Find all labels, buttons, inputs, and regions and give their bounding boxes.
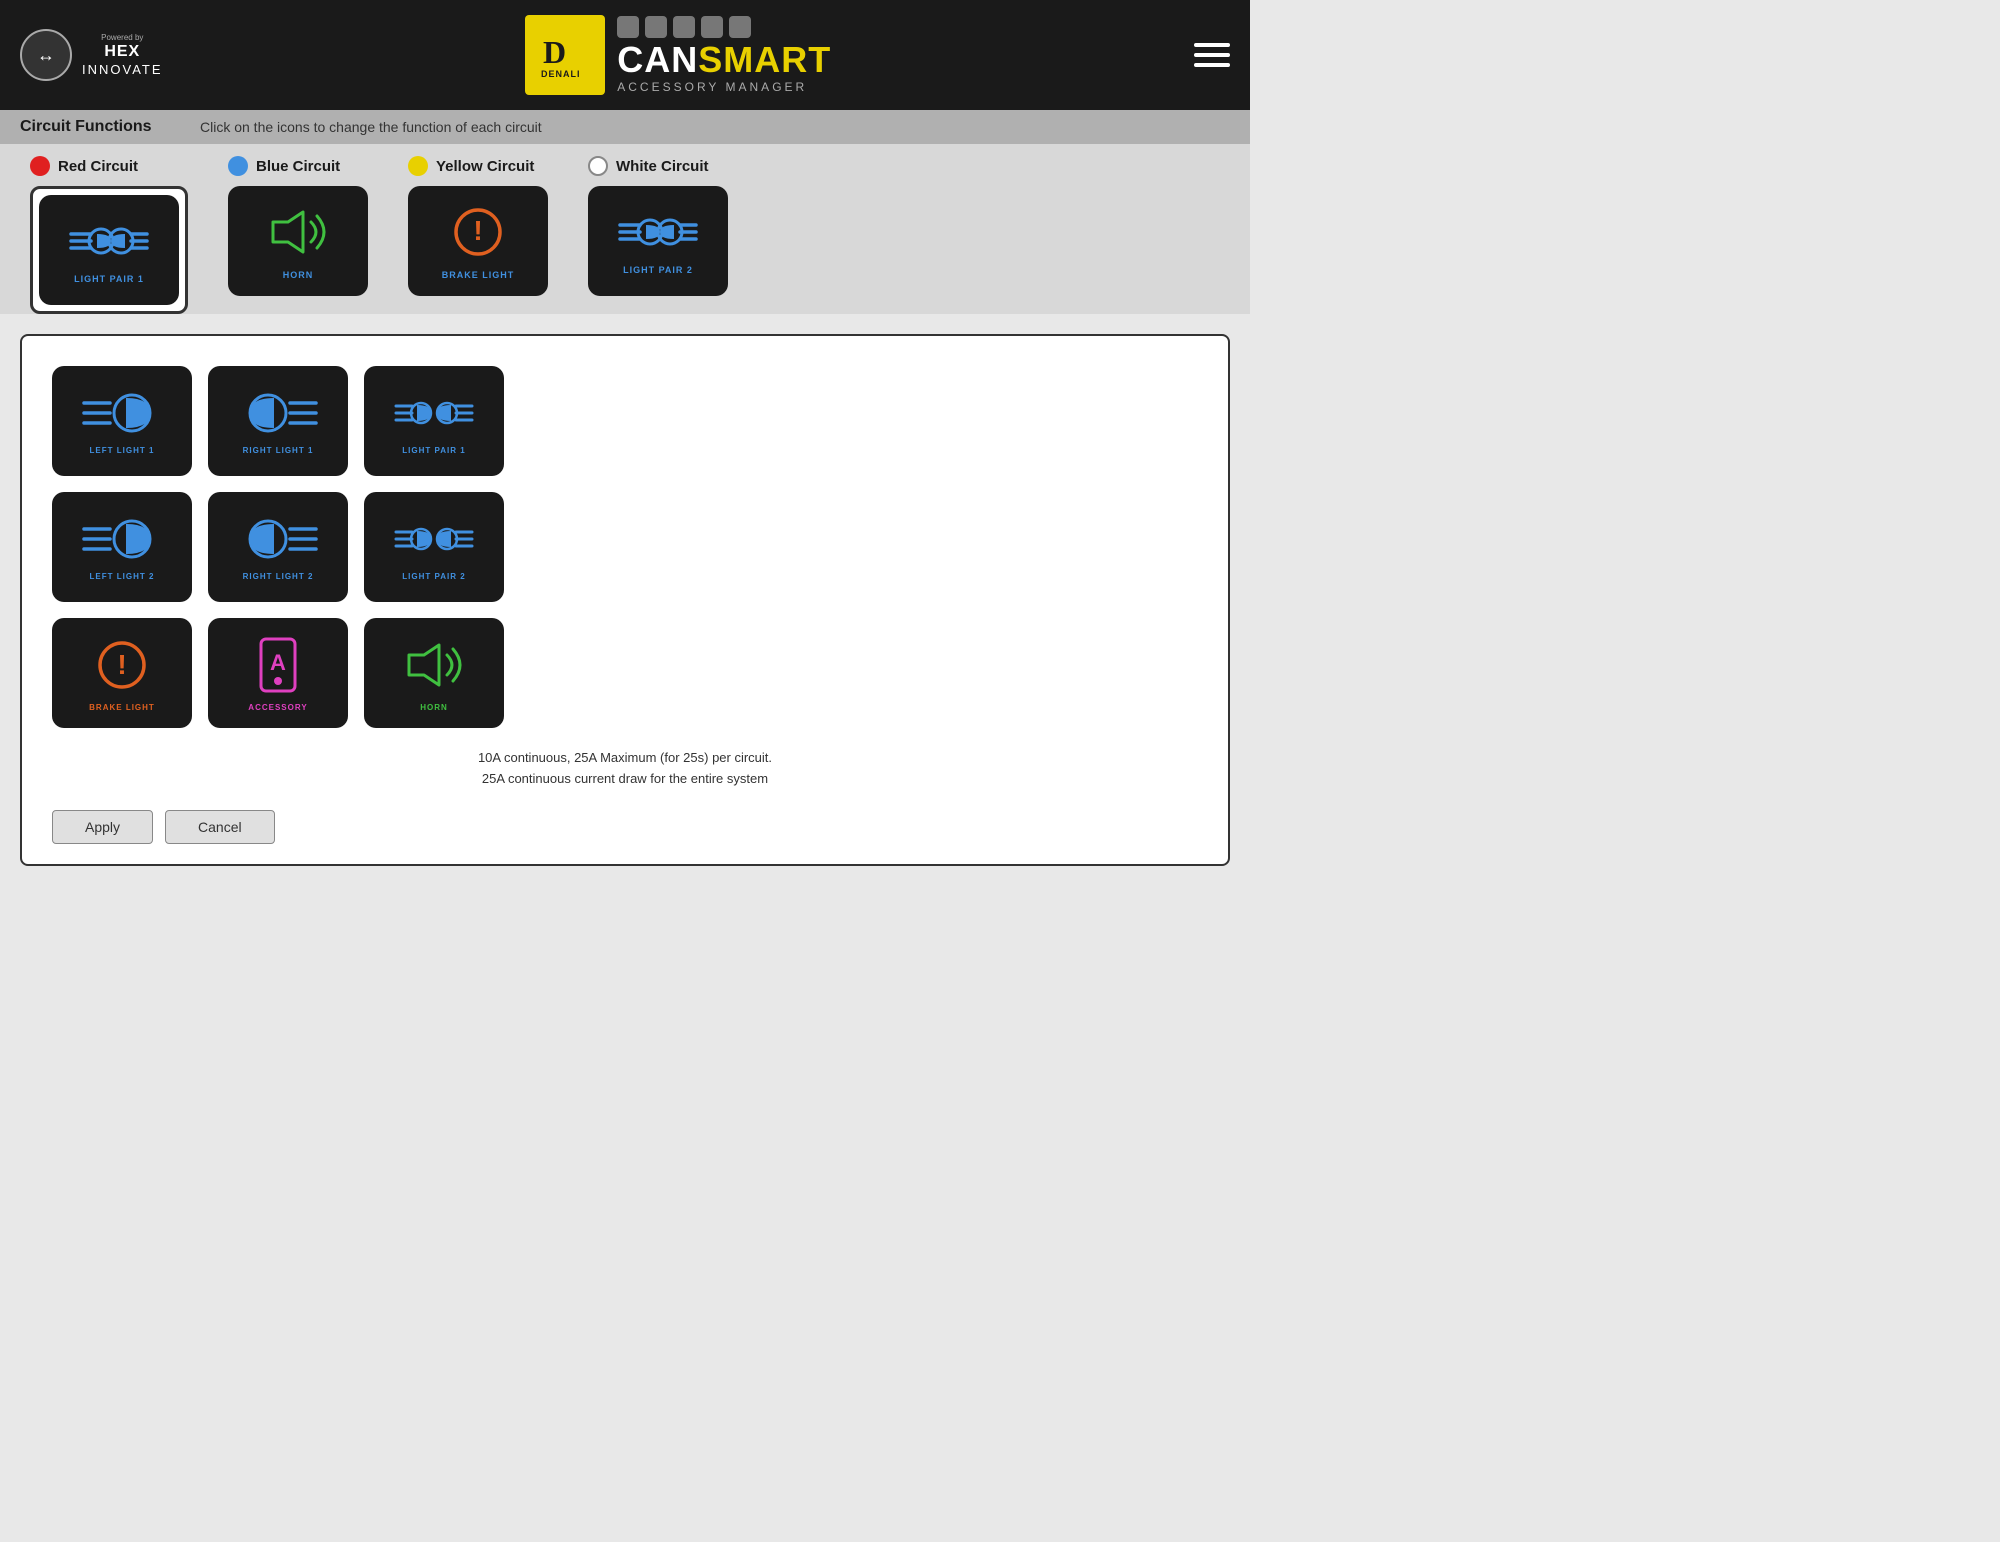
apply-button[interactable]: Apply — [52, 810, 153, 844]
red-circuit-icon-box: LIGHT PAIR 1 — [39, 195, 179, 305]
circuit-bar-description: Click on the icons to change the functio… — [200, 119, 542, 135]
yellow-icon-label: BRAKE LIGHT — [442, 270, 515, 280]
denali-box: D DENALI — [525, 15, 605, 95]
icon-grid: LEFT LIGHT 1 RIGHT LIGHT 1 — [52, 366, 1198, 728]
hex-circle-icon: ↔ — [20, 29, 72, 81]
blue-circuit-label: Blue Circuit — [228, 156, 340, 176]
smart-text: SMART — [698, 39, 831, 80]
light-pair-1-grid-label: LIGHT PAIR 1 — [402, 446, 465, 455]
brake-light-label: BRAKE LIGHT — [89, 703, 155, 712]
light-pair-1-grid-icon — [394, 388, 474, 438]
red-circuit-text: Red Circuit — [58, 158, 138, 175]
menu-button[interactable] — [1194, 43, 1230, 67]
light-pair-2-icon-white — [618, 207, 698, 257]
red-circuit-active-wrapper: LIGHT PAIR 1 — [30, 186, 188, 314]
circuit-tab-red[interactable]: Red Circuit — [30, 156, 188, 314]
powered-by-label: Powered by — [82, 33, 163, 43]
accessory-label: ACCESSORY — [248, 703, 307, 712]
red-dot-icon — [30, 156, 50, 176]
left-light-1-label: LEFT LIGHT 1 — [90, 446, 155, 455]
yellow-circuit-label: Yellow Circuit — [408, 156, 534, 176]
blue-circuit-icon-box: HORN — [228, 186, 368, 296]
brake-light-button[interactable]: ! BRAKE LIGHT — [52, 618, 192, 728]
selection-panel: LEFT LIGHT 1 RIGHT LIGHT 1 — [20, 334, 1230, 866]
circuit-tab-white[interactable]: White Circuit LIGHT PAIR 2 — [588, 156, 728, 296]
left-light-2-label: LEFT LIGHT 2 — [90, 572, 155, 581]
red-circuit-label: Red Circuit — [30, 156, 138, 176]
horn-label: HORN — [420, 703, 448, 712]
light-pair-1-icon-red — [69, 216, 149, 266]
left-light-1-button[interactable]: LEFT LIGHT 1 — [52, 366, 192, 476]
cancel-button[interactable]: Cancel — [165, 810, 275, 844]
hamburger-line-1 — [1194, 43, 1230, 47]
yellow-circuit-icon-box: ! BRAKE LIGHT — [408, 186, 548, 296]
left-light-2-button[interactable]: LEFT LIGHT 2 — [52, 492, 192, 602]
svg-text:DENALI: DENALI — [541, 69, 581, 79]
light-pair-2-button[interactable]: LIGHT PAIR 2 — [364, 492, 504, 602]
info-text-line1: 10A continuous, 25A Maximum (for 25s) pe… — [52, 748, 1198, 769]
cansmart-logo: D DENALI CANSMART ACCESSORY MANAGER — [525, 15, 831, 95]
brake-icon-yellow: ! — [443, 202, 513, 262]
brand-name: HEX — [82, 42, 163, 61]
blue-dot-icon — [228, 156, 248, 176]
left-light-1-icon — [82, 388, 162, 438]
circuit-bar-title: Circuit Functions — [20, 118, 180, 136]
cansmart-text-group: CANSMART ACCESSORY MANAGER — [617, 16, 831, 94]
hamburger-line-3 — [1194, 63, 1230, 67]
light-pair-2-grid-label: LIGHT PAIR 2 — [402, 572, 465, 581]
right-light-2-label: RIGHT LIGHT 2 — [243, 572, 314, 581]
white-circuit-text: White Circuit — [616, 158, 709, 175]
action-buttons: Apply Cancel — [52, 810, 1198, 844]
horn-icon-blue — [263, 202, 333, 262]
circuit-bar: Circuit Functions Click on the icons to … — [0, 110, 1250, 144]
info-text-line2: 25A continuous current draw for the enti… — [52, 769, 1198, 790]
brake-light-icon: ! — [87, 635, 157, 695]
circuits-row: Red Circuit — [0, 144, 1250, 314]
hex-logo: ↔ — [20, 29, 72, 81]
svg-text:!: ! — [473, 215, 482, 246]
hex-brand-text: Powered by HEX INNOVATE — [82, 33, 163, 77]
left-light-2-icon — [82, 514, 162, 564]
light-pair-1-button[interactable]: LIGHT PAIR 1 — [364, 366, 504, 476]
yellow-dot-icon — [408, 156, 428, 176]
right-light-1-icon — [238, 388, 318, 438]
red-icon-label: LIGHT PAIR 1 — [74, 274, 144, 284]
can-text: CAN — [617, 39, 698, 80]
yellow-circuit-text: Yellow Circuit — [436, 158, 534, 175]
header-left: ↔ Powered by HEX INNOVATE — [20, 29, 163, 81]
right-light-1-button[interactable]: RIGHT LIGHT 1 — [208, 366, 348, 476]
accessory-button[interactable]: A ACCESSORY — [208, 618, 348, 728]
cansmart-title: CANSMART — [617, 42, 831, 78]
white-dot-icon — [588, 156, 608, 176]
svg-text:A: A — [270, 650, 286, 675]
denali-logo-icon: D DENALI — [535, 25, 595, 85]
horn-grid-icon — [399, 635, 469, 695]
brand-sub: INNOVATE — [82, 62, 163, 78]
white-icon-label: LIGHT PAIR 2 — [623, 265, 693, 275]
blue-circuit-text: Blue Circuit — [256, 158, 340, 175]
circuit-tab-blue[interactable]: Blue Circuit HORN — [228, 156, 368, 296]
svg-text:D: D — [543, 34, 566, 70]
accessory-icon: A — [253, 635, 303, 695]
cansmart-dots — [617, 16, 831, 38]
blue-icon-label: HORN — [283, 270, 314, 280]
cansmart-subtitle: ACCESSORY MANAGER — [617, 80, 831, 94]
white-circuit-label: White Circuit — [588, 156, 709, 176]
right-light-1-label: RIGHT LIGHT 1 — [243, 446, 314, 455]
hamburger-line-2 — [1194, 53, 1230, 57]
info-text: 10A continuous, 25A Maximum (for 25s) pe… — [52, 748, 1198, 790]
header: ↔ Powered by HEX INNOVATE D DENALI — [0, 0, 1250, 110]
horn-button[interactable]: HORN — [364, 618, 504, 728]
top-section: Red Circuit — [0, 144, 1250, 314]
circuit-tab-yellow[interactable]: Yellow Circuit ! BRAKE LIGHT — [408, 156, 548, 296]
light-pair-2-grid-icon — [394, 514, 474, 564]
right-light-2-button[interactable]: RIGHT LIGHT 2 — [208, 492, 348, 602]
white-circuit-icon-box: LIGHT PAIR 2 — [588, 186, 728, 296]
svg-text:!: ! — [117, 649, 126, 680]
right-light-2-icon — [238, 514, 318, 564]
